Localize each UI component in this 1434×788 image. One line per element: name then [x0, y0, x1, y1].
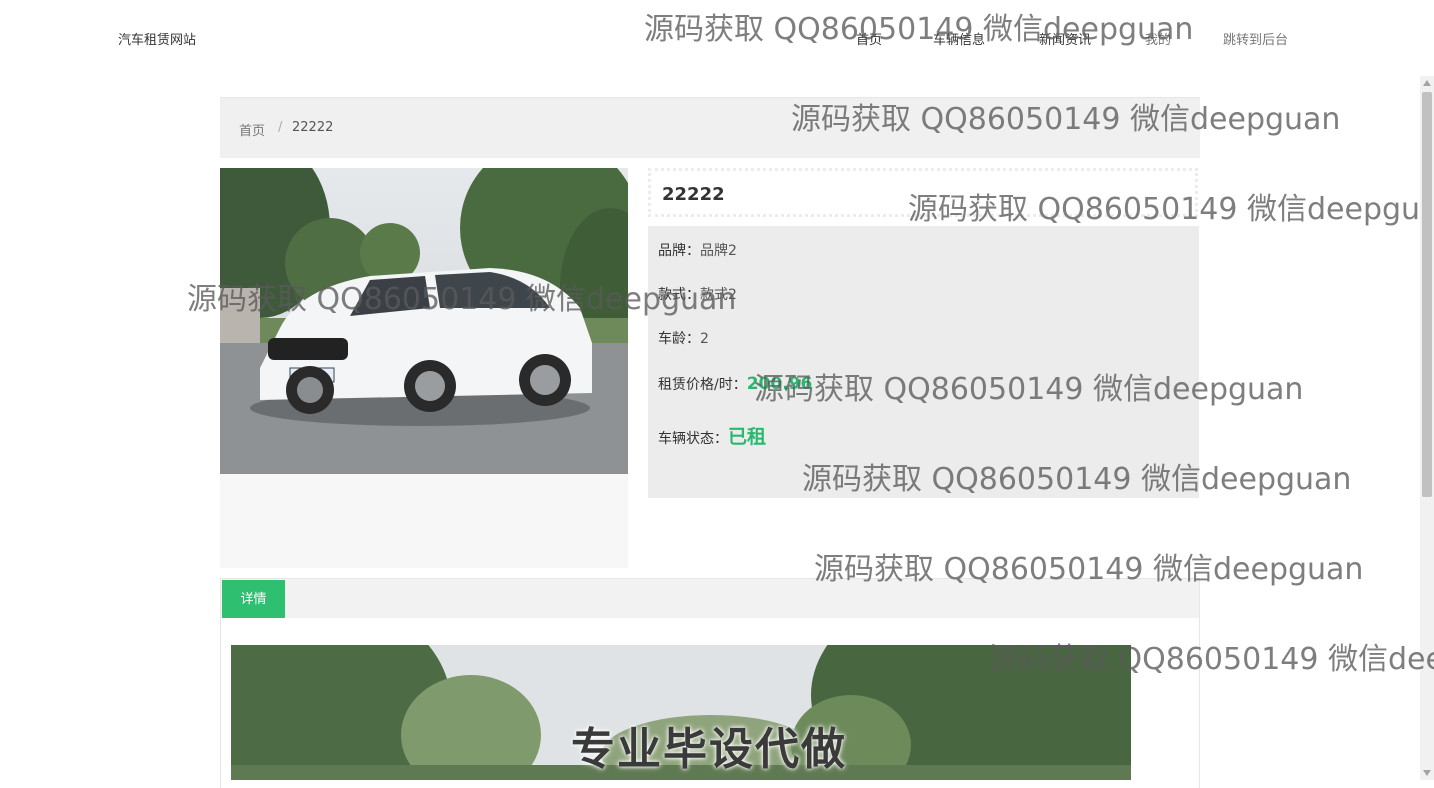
age-label: 车龄： [658, 331, 700, 347]
breadcrumb-separator: / [278, 120, 283, 135]
price-row: 租赁价格/时：200.96 [658, 374, 812, 394]
nav-backend[interactable]: 跳转到后台 [1223, 29, 1288, 48]
style-value: 款式2 [700, 287, 737, 303]
age-row: 车龄：2 [658, 328, 709, 348]
status-label: 车辆状态： [658, 431, 728, 447]
brand-value: 品牌2 [700, 243, 737, 259]
detail-banner-image: 专业毕设代做 [231, 645, 1131, 780]
nav-my[interactable]: 我的 [1145, 29, 1171, 48]
style-label: 款式： [658, 287, 700, 303]
car-info-panel: 品牌：品牌2 款式：款式2 车龄：2 租赁价格/时：200.96 车辆状态：已租 [648, 226, 1199, 498]
scrollbar-thumb[interactable] [1422, 92, 1432, 497]
status-value: 已租 [728, 426, 767, 448]
detail-tabs: 详情 [220, 578, 1200, 620]
car-photo[interactable] [220, 168, 628, 474]
car-name: 22222 [662, 184, 725, 205]
scroll-down-arrow-icon[interactable] [1423, 770, 1431, 776]
age-value: 2 [700, 331, 709, 347]
breadcrumb-home[interactable]: 首页 [239, 120, 265, 139]
nav-home[interactable]: 首页 [856, 29, 882, 48]
page-scrollbar[interactable] [1420, 76, 1434, 780]
car-name-box: 22222 [648, 168, 1198, 217]
scroll-up-arrow-icon[interactable] [1423, 80, 1431, 86]
banner-text: 专业毕设代做 [571, 724, 847, 775]
status-row: 车辆状态：已租 [658, 422, 766, 449]
top-navbar: 汽车租赁网站 首页 车辆信息 新闻资讯 我的 跳转到后台 [0, 0, 1420, 76]
price-value: 200.96 [746, 374, 813, 394]
tab-detail[interactable]: 详情 [222, 580, 285, 620]
brand-label: 品牌： [658, 243, 700, 259]
car-photo-panel [220, 168, 628, 568]
breadcrumb-current: 22222 [292, 120, 334, 135]
breadcrumb: 首页 / 22222 [220, 97, 1200, 158]
brand-row: 品牌：品牌2 [658, 240, 737, 260]
site-title[interactable]: 汽车租赁网站 [118, 29, 196, 48]
nav-news[interactable]: 新闻资讯 [1039, 29, 1091, 48]
nav-vehicle-info[interactable]: 车辆信息 [933, 29, 985, 48]
price-label: 租赁价格/时： [658, 377, 747, 393]
style-row: 款式：款式2 [658, 284, 737, 304]
